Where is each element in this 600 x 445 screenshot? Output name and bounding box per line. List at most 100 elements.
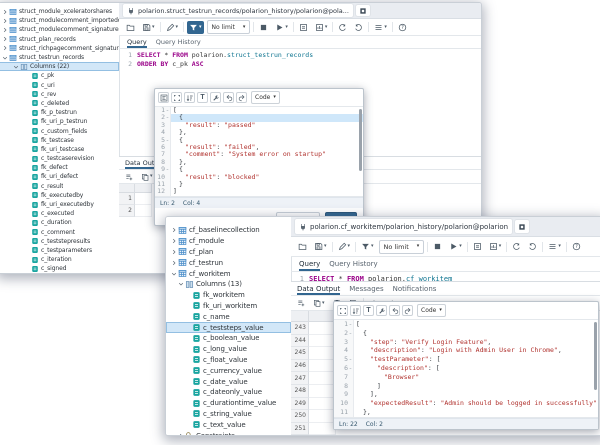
grid-cell[interactable] (309, 347, 336, 360)
grid-cell[interactable] (309, 385, 336, 398)
row-number[interactable]: 252 (291, 435, 309, 436)
play-button[interactable]: ▾ (273, 21, 290, 34)
output-tab-data-output[interactable]: Data Output (297, 282, 340, 295)
format-button[interactable] (158, 92, 169, 103)
tree-item-c-pk[interactable]: c_pk (0, 71, 119, 80)
fold-toggle-icon[interactable]: - (348, 364, 353, 373)
tree-item-c-boolean-value[interactable]: c_boolean_value (166, 333, 291, 344)
grid-cell[interactable] (309, 398, 336, 411)
tree-item-c-long-value[interactable]: c_long_value (166, 344, 291, 355)
copy-button[interactable]: ▾ (311, 297, 327, 310)
tree-item-c-deleted[interactable]: c_deleted (0, 99, 119, 108)
row-number[interactable]: 245 (291, 347, 309, 360)
tree-item-c-durationtime-value[interactable]: c_durationtime_value (166, 398, 291, 409)
tree-item-c-result[interactable]: c_result (0, 182, 119, 191)
copy-button[interactable]: ▾ (139, 170, 155, 183)
commit-button[interactable] (510, 240, 523, 253)
row-limit-select[interactable]: No limit▾ (207, 20, 251, 34)
tree-item-cf-module[interactable]: cf_module (166, 236, 291, 247)
output-tab-notifications[interactable]: Notifications (393, 282, 437, 295)
repair-button[interactable] (210, 92, 221, 103)
query-tool-tab[interactable]: polarion.struct_testrun_records/polarion… (123, 4, 353, 17)
chevron-right-icon[interactable] (1, 17, 9, 25)
row-number[interactable]: 244 (291, 335, 309, 348)
grid-cell[interactable] (135, 193, 152, 205)
detach-tab-button[interactable] (356, 5, 370, 16)
tree-item-struct-richpagecomment-signaturedata[interactable]: struct_richpagecomment_signaturedata (0, 44, 119, 53)
tree-item-struct-modulecomment-importedcomment[interactable]: struct_modulecomment_importedcomment (0, 16, 119, 25)
grid-corner-cell[interactable] (119, 184, 135, 193)
repair-button[interactable] (376, 305, 387, 316)
chevron-right-icon[interactable] (170, 247, 178, 256)
play-button[interactable]: ▾ (447, 240, 464, 253)
tree-item-fk-workitem[interactable]: fk_workitem (166, 290, 291, 301)
editor-tab-query-history[interactable]: Query History (329, 257, 377, 271)
commit-button[interactable] (336, 21, 349, 34)
chevron-down-icon[interactable] (12, 63, 20, 71)
chevron-right-icon[interactable] (177, 431, 185, 435)
explain-button[interactable] (471, 240, 484, 253)
scrollbar-thumb[interactable] (359, 109, 362, 171)
mode-select[interactable]: Code▾ (251, 91, 280, 104)
help-button[interactable]: ? (570, 240, 583, 253)
row-limit-select[interactable]: No limit▾ (379, 240, 425, 254)
fold-toggle-icon[interactable]: - (348, 355, 353, 364)
tree-item-fk-executedby[interactable]: fk_executedby (0, 191, 119, 200)
tree-item-c-custom-fields[interactable]: c_custom_fields (0, 126, 119, 135)
chevron-down-icon[interactable] (170, 269, 178, 278)
tree-item-constraints[interactable]: Constraints (166, 430, 291, 435)
explain-analyze-button[interactable]: ▾ (487, 240, 504, 253)
fold-toggle-icon[interactable]: - (165, 137, 170, 144)
grid-cell[interactable] (309, 435, 336, 436)
fold-toggle-icon[interactable]: - (348, 320, 353, 329)
chevron-down-icon[interactable] (177, 280, 185, 289)
rollback-button[interactable] (526, 240, 539, 253)
explain-button[interactable] (297, 21, 310, 34)
tree-item-c-teststeps-value[interactable]: c_teststeps_value (166, 322, 291, 333)
tree-item-struct-modulecomment-signaturedata[interactable]: struct_modulecomment_signaturedata (0, 25, 119, 34)
grid-cell[interactable] (135, 205, 152, 217)
tree-item-c-currency-value[interactable]: c_currency_value (166, 365, 291, 376)
stop-button[interactable] (257, 21, 270, 34)
save-button[interactable]: ▾ (140, 21, 157, 34)
tree-item-c-rev[interactable]: c_rev (0, 90, 119, 99)
editor-tab-query-history[interactable]: Query History (156, 36, 201, 48)
tree-item-c-uri[interactable]: c_uri (0, 81, 119, 90)
json-editor[interactable]: 1-[2-{3"step": "Verify Login Feature",4"… (334, 319, 598, 418)
compact-button[interactable] (171, 92, 182, 103)
mode-select[interactable]: Code▾ (417, 304, 446, 317)
grid-column-header[interactable] (135, 184, 152, 193)
grid-cell[interactable] (309, 410, 336, 423)
grid-cell[interactable] (309, 372, 336, 385)
tree-item-columns-22[interactable]: Columns (22) (0, 62, 119, 71)
fold-toggle-icon[interactable]: - (348, 329, 353, 338)
folder-button[interactable] (296, 240, 309, 253)
tree-item-c-date-value[interactable]: c_date_value (166, 376, 291, 387)
rollback-button[interactable] (352, 21, 365, 34)
fold-toggle-icon[interactable]: - (165, 166, 170, 173)
chevron-right-icon[interactable] (170, 226, 178, 235)
grid-cell[interactable] (309, 423, 336, 436)
tree-item-c-executed[interactable]: c_executed (0, 209, 119, 218)
redo-button[interactable] (236, 92, 247, 103)
tree-item-fk-uri-executedby[interactable]: fk_uri_executedby (0, 200, 119, 209)
row-number[interactable]: 249 (291, 398, 309, 411)
tree-item-struct-testrun-records[interactable]: struct_testrun_records (0, 53, 119, 62)
tree-item-fk-defect[interactable]: fk_defect (0, 163, 119, 172)
tree-item-fk-testcase[interactable]: fk_testcase (0, 136, 119, 145)
tree-item-cf-testrun[interactable]: cf_testrun (166, 257, 291, 268)
folder-button[interactable] (124, 21, 137, 34)
chevron-right-icon[interactable] (1, 44, 9, 52)
tree-item-c-iteration[interactable]: c_iteration (0, 255, 119, 264)
tree-item-fk-uri-defect[interactable]: fk_uri_defect (0, 172, 119, 181)
sort-button[interactable] (184, 92, 195, 103)
tree-item-c-string-value[interactable]: c_string_value (166, 409, 291, 420)
tree-item-fk-p-testrun[interactable]: fk_p_testrun (0, 108, 119, 117)
save-button[interactable]: ▾ (312, 240, 329, 253)
grid-cell[interactable] (309, 322, 336, 335)
chevron-right-icon[interactable] (1, 8, 9, 16)
row-number[interactable]: 1 (119, 193, 135, 205)
tree-item-fk-uri-workitem[interactable]: fk_uri_workitem (166, 301, 291, 312)
row-number[interactable]: 248 (291, 385, 309, 398)
edit-button[interactable]: ▾ (164, 21, 181, 34)
